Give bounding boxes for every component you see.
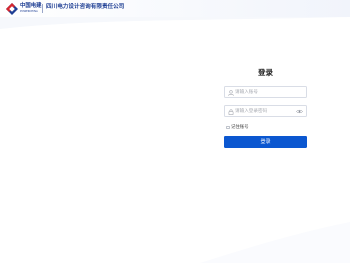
logo-text-cn: 中国电建 xyxy=(20,3,42,9)
remember-checkbox[interactable] xyxy=(226,125,230,130)
powerchina-logo-icon xyxy=(6,3,18,15)
logo-divider xyxy=(42,4,43,13)
password-field[interactable] xyxy=(224,105,307,117)
logo-text-en: POWERCHINA xyxy=(20,9,38,13)
password-input[interactable] xyxy=(235,106,297,117)
login-title: 登录 xyxy=(258,68,273,77)
login-button[interactable]: 登录 xyxy=(224,136,307,148)
username-field[interactable] xyxy=(224,86,307,98)
username-input[interactable] xyxy=(235,87,297,98)
company-name: 四川电力设计咨询有限责任公司 xyxy=(46,4,125,10)
eye-icon[interactable] xyxy=(296,109,303,114)
remember-label: 记住账号 xyxy=(231,125,249,130)
user-icon xyxy=(228,89,234,96)
lock-icon xyxy=(228,108,234,115)
top-header: 中国电建 POWERCHINA 四川电力设计咨询有限责任公司 xyxy=(0,0,350,17)
